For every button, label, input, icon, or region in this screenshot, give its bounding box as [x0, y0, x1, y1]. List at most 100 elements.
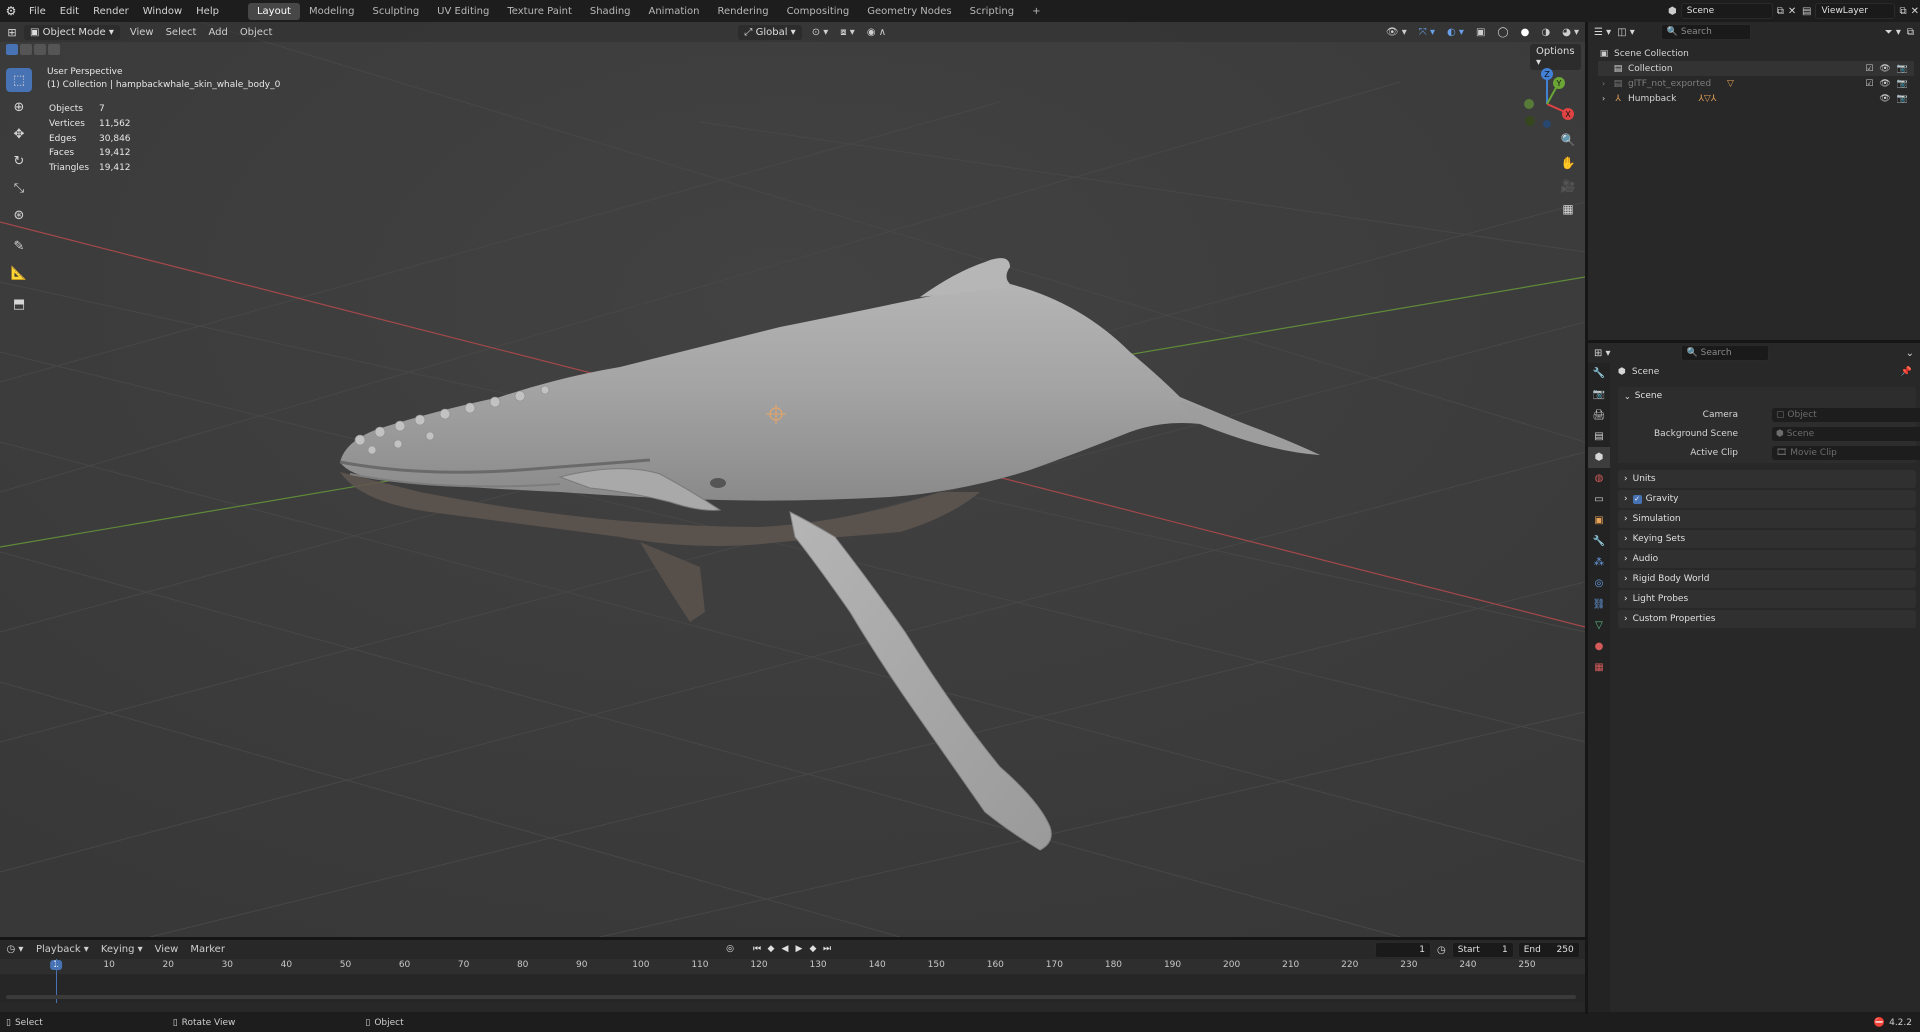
add-cube-tool-icon[interactable]: ⬒	[6, 292, 32, 316]
editor-type-icon[interactable]: ⊞	[0, 26, 24, 39]
workspace-tab-uv-editing[interactable]: UV Editing	[428, 3, 498, 20]
panel-simulation[interactable]: › Simulation	[1618, 510, 1916, 528]
jump-end-icon[interactable]: ⏭	[821, 943, 833, 955]
workspace-tab-texture-paint[interactable]: Texture Paint	[498, 3, 581, 20]
delete-view-layer-icon[interactable]: ✕	[1911, 6, 1919, 17]
new-scene-icon[interactable]: ⧉	[1777, 6, 1784, 17]
render-tab-icon[interactable]: 📷	[1588, 384, 1610, 405]
physics-tab-icon[interactable]: ◎	[1588, 573, 1610, 594]
scene-tab-icon[interactable]: ⬢	[1588, 447, 1610, 468]
viewport-menu-object[interactable]: Object	[234, 25, 279, 40]
timeline-menu-marker[interactable]: Marker	[184, 942, 231, 957]
frame-ruler[interactable]: 1102030405060708090100110120130140150160…	[0, 959, 1585, 974]
stopwatch-icon[interactable]: ◷	[1437, 945, 1446, 956]
eye-icon[interactable]: 👁	[1879, 94, 1890, 104]
workspace-tab-scripting[interactable]: Scripting	[961, 3, 1023, 20]
shading-material-icon[interactable]: ◑	[1535, 25, 1556, 40]
delete-scene-icon[interactable]: ✕	[1788, 6, 1796, 17]
workspace-tab-shading[interactable]: Shading	[581, 3, 640, 20]
editor-type-icon[interactable]: ☰ ▾	[1594, 27, 1611, 38]
camera-icon[interactable]: 📷	[1897, 64, 1908, 74]
world-tab-icon[interactable]: ◍	[1588, 468, 1610, 489]
background-scene-field[interactable]: ⬢ Scene	[1772, 427, 1920, 441]
next-keyframe-icon[interactable]: ◆	[807, 943, 819, 955]
workspace-tab-sculpting[interactable]: Sculpting	[363, 3, 428, 20]
camera-view-icon[interactable]: 🎥	[1558, 176, 1578, 196]
transform-orientation-dropdown[interactable]: ⤢ Global ▾	[738, 24, 802, 40]
annotate-tool-icon[interactable]: ✎	[6, 234, 32, 258]
viewport-menu-add[interactable]: Add	[202, 25, 233, 40]
expand-arrow-icon[interactable]: ›	[1602, 79, 1612, 88]
proportional-editing-icon[interactable]: ◉ ∧	[861, 25, 892, 40]
mode-dropdown[interactable]: ▣ Object Mode ▾	[24, 24, 120, 40]
play-reverse-icon[interactable]: ◀	[779, 943, 791, 955]
current-frame-field[interactable]: 1	[1375, 942, 1431, 958]
camera-icon[interactable]: 📷	[1897, 94, 1908, 104]
menu-file[interactable]: File	[22, 6, 53, 17]
auto-keying-icon[interactable]: ◎	[724, 943, 736, 955]
workspace-tab-geometry-nodes[interactable]: Geometry Nodes	[858, 3, 960, 20]
camera-icon[interactable]: 📷	[1897, 79, 1908, 89]
new-collection-icon[interactable]: ⧉	[1907, 27, 1914, 38]
outliner-search-input[interactable]: 🔍 Search	[1660, 24, 1751, 40]
select-extend-icon[interactable]	[20, 44, 32, 55]
overlays-toggle-icon[interactable]: ◐ ▾	[1441, 25, 1470, 40]
menu-edit[interactable]: Edit	[53, 6, 86, 17]
panel-scene-header[interactable]: ⌄ Scene	[1618, 387, 1916, 405]
collection-tab-icon[interactable]: ▭	[1588, 489, 1610, 510]
3d-viewport[interactable]: ⊞ ▣ Object Mode ▾ View Select Add Object…	[0, 22, 1585, 937]
checkbox-icon[interactable]: ☑	[1865, 64, 1873, 74]
select-new-icon[interactable]	[6, 44, 18, 55]
expand-arrow-icon[interactable]: ›	[1602, 94, 1612, 103]
snap-icon[interactable]: ⧇ ▾	[834, 25, 861, 40]
panel-units[interactable]: › Units	[1618, 470, 1916, 488]
rotate-tool-icon[interactable]: ↻	[6, 149, 32, 173]
properties-search-input[interactable]: 🔍 Search	[1680, 345, 1769, 361]
output-tab-icon[interactable]: 🖨	[1588, 405, 1610, 426]
zoom-icon[interactable]: 🔍	[1558, 130, 1578, 150]
panel-rigid-body-world[interactable]: › Rigid Body World	[1618, 570, 1916, 588]
timeline-menu-view[interactable]: View	[149, 942, 185, 957]
panel-light-probes[interactable]: › Light Probes	[1618, 590, 1916, 608]
shading-rendered-icon[interactable]: ◕ ▾	[1556, 25, 1585, 40]
visibility-icon[interactable]: 👁 ▾	[1380, 25, 1413, 40]
particles-tab-icon[interactable]: ⁂	[1588, 552, 1610, 573]
texture-tab-icon[interactable]: ▦	[1588, 657, 1610, 678]
panel-gravity[interactable]: › ✓ Gravity	[1618, 490, 1916, 508]
modifier-tab-icon[interactable]: 🔧	[1588, 531, 1610, 552]
gizmo-toggle-icon[interactable]: ⤧ ▾	[1413, 25, 1441, 40]
workspace-tab-modeling[interactable]: Modeling	[300, 3, 364, 20]
data-tab-icon[interactable]: ▽	[1588, 615, 1610, 636]
panel-custom-properties[interactable]: › Custom Properties	[1618, 610, 1916, 628]
timeline-menu-keying[interactable]: Keying ▾	[95, 942, 149, 957]
material-tab-icon[interactable]: ●	[1588, 636, 1610, 657]
shading-solid-icon[interactable]: ●	[1515, 25, 1536, 40]
select-subtract-icon[interactable]	[34, 44, 46, 55]
editor-type-icon[interactable]: ◷ ▾	[0, 944, 30, 955]
editor-type-icon[interactable]: ⊞ ▾	[1594, 348, 1611, 359]
scale-tool-icon[interactable]: ⤡	[6, 176, 32, 200]
view-layer-tab-icon[interactable]: ▤	[1588, 426, 1610, 447]
constraints-tab-icon[interactable]: ⛓	[1588, 594, 1610, 615]
eye-icon[interactable]: 👁	[1879, 64, 1890, 74]
scene-collection-row[interactable]: ▣ Scene Collection	[1598, 46, 1914, 61]
perspective-toggle-icon[interactable]: ▦	[1558, 199, 1578, 219]
panel-keying-sets[interactable]: › Keying Sets	[1618, 530, 1916, 548]
outliner-item-humpback[interactable]: › ⅄ Humpback ⅄▽⅄ 👁 📷	[1598, 91, 1914, 106]
active-clip-field[interactable]: 🎞 Movie Clip	[1772, 446, 1920, 460]
workspace-tab-layout[interactable]: Layout	[247, 2, 300, 20]
workspace-tab-rendering[interactable]: Rendering	[708, 3, 777, 20]
tool-tab-icon[interactable]: 🔧	[1588, 363, 1610, 384]
menu-help[interactable]: Help	[189, 6, 226, 17]
menu-render[interactable]: Render	[86, 6, 136, 17]
chevron-down-icon[interactable]: ⌄	[1906, 348, 1914, 359]
view-layer-selector[interactable]: ▤ ViewLayer ⧉ ✕	[1802, 3, 1919, 19]
workspace-tab-animation[interactable]: Animation	[640, 3, 709, 20]
navigation-gizmo[interactable]: Z X Y	[1515, 64, 1579, 128]
jump-start-icon[interactable]: ⏮	[751, 943, 763, 955]
prev-keyframe-icon[interactable]: ◆	[765, 943, 777, 955]
panel-audio[interactable]: › Audio	[1618, 550, 1916, 568]
start-frame-field[interactable]: Start 1	[1451, 942, 1514, 958]
pan-hand-icon[interactable]: ✋	[1558, 153, 1578, 173]
blender-logo-icon[interactable]: ⚙	[0, 4, 22, 18]
